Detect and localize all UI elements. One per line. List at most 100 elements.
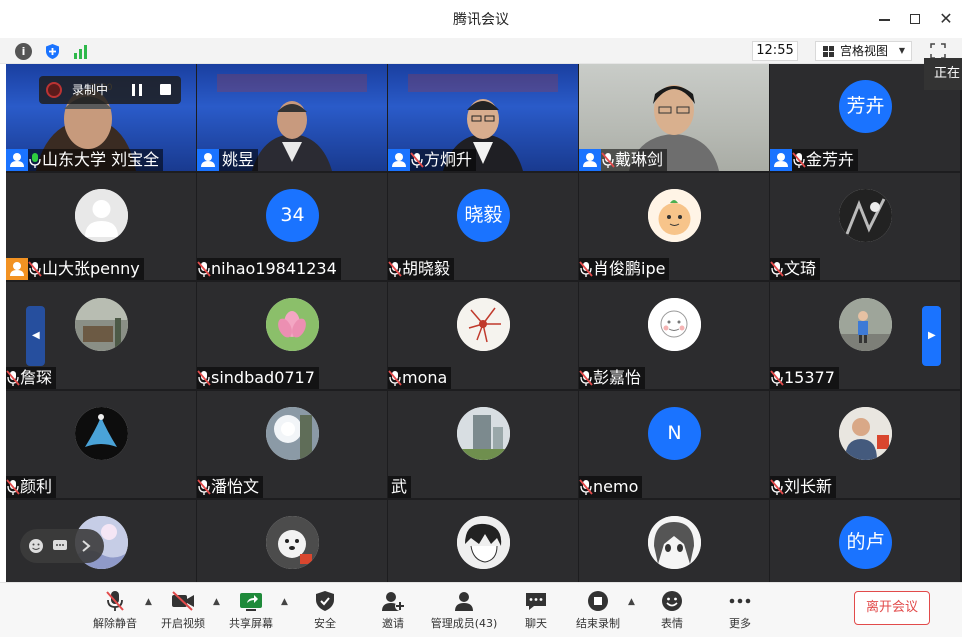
reaction-button[interactable]: 表情: [637, 587, 707, 635]
view-mode-label: 宫格视图: [840, 44, 889, 58]
members-icon: [455, 592, 473, 611]
participant-avatar: 芳卉: [839, 80, 892, 133]
mic-muted-icon: [770, 258, 784, 280]
participant-tile[interactable]: 晓毅 胡晓毅: [388, 173, 578, 280]
close-button[interactable]: ✕: [936, 9, 956, 29]
participant-name-tag: 文琦: [770, 258, 821, 280]
participant-name-tag: 武: [388, 476, 412, 498]
participant-avatar: [266, 407, 319, 460]
participant-tile[interactable]: 武: [388, 391, 578, 498]
participant-name-tag: 方炯升: [388, 149, 477, 171]
start-video-button[interactable]: 开启视频: [148, 587, 218, 635]
more-label: 更多: [729, 617, 751, 630]
participant-tile[interactable]: sindbad0717: [197, 282, 387, 389]
start-video-label: 开启视频: [161, 617, 205, 630]
participant-tile[interactable]: 颜利: [6, 391, 196, 498]
chat-button[interactable]: 聊天: [501, 587, 571, 635]
participant-name-tag: sindbad0717: [197, 367, 319, 389]
participant-name-tag: 詹琛: [6, 367, 57, 389]
participant-tile[interactable]: mona: [388, 282, 578, 389]
leave-meeting-button[interactable]: 离开会议: [854, 591, 930, 625]
caret-down-icon: ▼: [898, 46, 905, 55]
participant-name: 潘怡文: [211, 477, 260, 496]
add-user-icon: [382, 592, 405, 611]
mic-muted-icon: [410, 152, 424, 168]
end-recording-label: 结束录制: [576, 617, 620, 630]
minimize-button[interactable]: [875, 9, 895, 29]
fullscreen-icon[interactable]: [930, 43, 946, 59]
view-mode-dropdown[interactable]: 宫格视图 ▼: [815, 41, 912, 61]
mic-muted-icon: [579, 258, 593, 280]
participant-name: nihao19841234: [211, 259, 337, 278]
emoji-icon[interactable]: [28, 538, 44, 554]
shield-icon[interactable]: [44, 43, 61, 60]
chat-label: 聊天: [525, 617, 547, 630]
more-dots-icon: [729, 598, 751, 604]
record-dot-icon: [46, 82, 62, 98]
close-icon: ✕: [939, 9, 953, 28]
user-icon: [6, 149, 28, 171]
security-button[interactable]: 安全: [290, 587, 360, 635]
participant-tile[interactable]: 姚昱: [197, 64, 387, 171]
share-screen-button[interactable]: 共享屏幕: [216, 587, 286, 635]
manage-members-button[interactable]: 管理成员(43): [428, 587, 500, 635]
participant-tile[interactable]: 肖俊鹏ipe: [579, 173, 769, 280]
invite-button[interactable]: 邀请: [358, 587, 428, 635]
mic-muted-icon: [197, 258, 211, 280]
mic-icon: [29, 153, 41, 168]
user-icon: [774, 153, 788, 167]
participant-avatar: 34: [266, 189, 319, 242]
mic-muted-icon: [6, 370, 20, 386]
prev-page-button[interactable]: ◀: [26, 306, 45, 366]
unmute-button[interactable]: 解除静音: [80, 587, 150, 635]
participant-tile[interactable]: 刘长新: [770, 391, 960, 498]
participant-name: 胡晓毅: [402, 259, 451, 278]
share-screen-icon: [240, 593, 262, 611]
participant-avatar: [266, 298, 319, 351]
participant-tile[interactable]: 34 nihao19841234: [197, 173, 387, 280]
participant-name: 詹琛: [20, 368, 53, 387]
participant-tile[interactable]: 山大张penny: [6, 173, 196, 280]
end-recording-button[interactable]: 结束录制: [563, 587, 633, 635]
chat-bubble-icon[interactable]: [52, 538, 68, 554]
participant-tile[interactable]: 文琦: [770, 173, 960, 280]
participant-avatar: [457, 407, 510, 460]
participant-name: 金芳卉: [806, 150, 855, 169]
mic-muted-icon: [601, 152, 615, 168]
chevron-right-icon[interactable]: [78, 538, 94, 554]
user-icon: [6, 258, 28, 280]
participant-name: 肖俊鹏ipe: [593, 259, 666, 278]
title-bar: 腾讯会议 ✕: [0, 0, 962, 38]
maximize-button[interactable]: [905, 9, 925, 29]
participant-grid: 2020山东大学 刘宝全姚昱方炯升戴琳剑芳卉金芳卉山大张penny34nihao…: [6, 64, 962, 607]
mic-muted-icon: [388, 367, 402, 389]
participant-name-tag: 颜利: [6, 476, 57, 498]
more-button[interactable]: 更多: [705, 587, 775, 635]
pause-recording-icon[interactable]: [131, 84, 143, 96]
participant-tile[interactable]: 潘怡文: [197, 391, 387, 498]
mic-muted-icon: [197, 476, 211, 498]
share-options-caret-icon[interactable]: ▲: [281, 597, 288, 607]
participant-tile[interactable]: Nnemo: [579, 391, 769, 498]
window-title: 腾讯会议: [453, 12, 509, 28]
user-icon: [392, 153, 406, 167]
participant-tile[interactable]: 彭嘉怡: [579, 282, 769, 389]
participant-tile[interactable]: 戴琳剑: [579, 64, 769, 171]
user-icon: [388, 149, 410, 171]
stop-recording-icon[interactable]: [160, 84, 171, 95]
mic-muted-icon: [197, 370, 211, 386]
participant-name-tag: 刘长新: [770, 476, 837, 498]
info-icon[interactable]: i: [15, 43, 32, 60]
record-options-caret-icon[interactable]: ▲: [628, 597, 635, 607]
participant-name: 山大张penny: [42, 259, 140, 278]
participant-name-tag: 15377: [770, 367, 839, 389]
chevron-right-icon: ▶: [928, 330, 936, 341]
camera-off-icon: [172, 591, 194, 611]
participant-avatar: 晓毅: [457, 189, 510, 242]
user-icon: [579, 149, 601, 171]
next-page-button[interactable]: ▶: [922, 306, 941, 366]
invite-label: 邀请: [382, 617, 404, 630]
mic-muted-icon: [197, 367, 211, 389]
signal-icon[interactable]: [72, 43, 89, 60]
participant-tile[interactable]: 方炯升: [388, 64, 578, 171]
